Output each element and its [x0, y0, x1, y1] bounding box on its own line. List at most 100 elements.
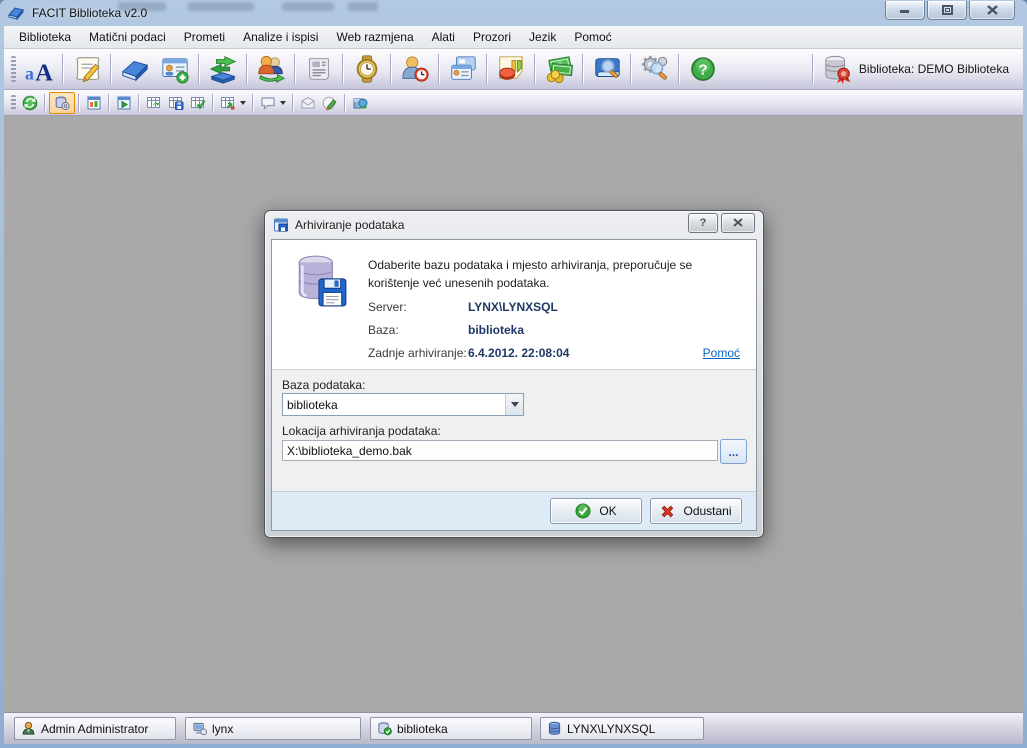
maximize-button[interactable] — [927, 1, 967, 20]
member-time-icon — [400, 54, 430, 84]
grid-refresh-button[interactable] — [143, 93, 165, 113]
toolbar-separator — [252, 94, 254, 112]
app-book-icon — [8, 5, 25, 21]
location-input[interactable] — [282, 440, 718, 461]
menu-biblioteka[interactable]: Biblioteka — [10, 27, 80, 47]
search-catalog-button[interactable] — [587, 51, 627, 87]
newspaper-button[interactable] — [299, 51, 339, 87]
watch-button[interactable] — [347, 51, 387, 87]
minimize-button[interactable] — [885, 1, 925, 20]
help-icon: ? — [689, 55, 717, 83]
dialog-close-button[interactable] — [721, 213, 755, 233]
toolbar-separator — [390, 54, 392, 84]
database-value: biblioteka — [468, 323, 524, 337]
toolbar-grip[interactable] — [11, 95, 16, 111]
layout-panel-button[interactable] — [83, 93, 105, 113]
ok-button[interactable]: OK — [550, 498, 642, 524]
menu-prozori[interactable]: Prozori — [464, 27, 520, 47]
status-database-panel: biblioteka — [370, 717, 532, 740]
status-bar: Admin Administrator lynx biblioteka LYNX… — [4, 712, 1023, 744]
toolbar-separator — [62, 54, 64, 84]
browse-button[interactable]: ... — [720, 439, 747, 464]
status-machine-label: lynx — [212, 722, 233, 736]
member-time-button[interactable] — [395, 51, 435, 87]
database-combobox-value: biblioteka — [283, 398, 505, 412]
edit-note-button[interactable] — [319, 93, 341, 113]
cancel-button[interactable]: Odustani — [650, 498, 742, 524]
run-window-button[interactable] — [113, 93, 135, 113]
lending-exchange-icon — [208, 54, 238, 84]
archive-dialog-icon — [273, 217, 289, 233]
status-server-label: LYNX\LYNXSQL — [567, 722, 655, 736]
menu-analize-i-ispisi[interactable]: Analize i ispisi — [234, 27, 327, 47]
menu-web-razmjena[interactable]: Web razmjena — [327, 27, 422, 47]
close-button[interactable] — [969, 1, 1015, 20]
search-book-icon — [592, 54, 622, 84]
archive-database-icon — [54, 95, 70, 111]
dialog-titlebar[interactable]: Arhiviranje podataka ? — [265, 211, 763, 238]
menu-prometi[interactable]: Prometi — [175, 27, 234, 47]
secondary-toolbar — [4, 90, 1023, 116]
grid-check-button[interactable] — [187, 93, 209, 113]
dialog-help-button[interactable]: ? — [688, 213, 718, 233]
toolbar-separator — [78, 94, 80, 112]
help-link[interactable]: Pomoć — [703, 346, 740, 360]
member-cards-icon — [448, 54, 478, 84]
menu-jezik[interactable]: Jezik — [520, 27, 565, 47]
member-cards-button[interactable] — [443, 51, 483, 87]
settings-search-button[interactable] — [635, 51, 675, 87]
grid-export-button[interactable] — [217, 93, 239, 113]
last-backup-info-row: Zadnje arhiviranje:6.4.2012. 22:08:04 — [368, 346, 569, 360]
add-member-button[interactable] — [155, 51, 195, 87]
grid-export-icon — [220, 95, 236, 111]
server-label: Server: — [368, 300, 468, 314]
menu-maticni-podaci[interactable]: Matični podaci — [80, 27, 175, 47]
database-combobox[interactable]: biblioteka — [282, 393, 524, 416]
inventory-scroll-button[interactable] — [67, 51, 107, 87]
lending-exchange-button[interactable] — [203, 51, 243, 87]
background-window-bleed — [118, 2, 166, 11]
dialog-content: Odaberite bazu podataka i mjesto arhivir… — [271, 239, 757, 531]
status-user-panel: Admin Administrator — [14, 717, 176, 740]
archive-dialog: Arhiviranje podataka ? Odaberite bazu po… — [264, 210, 764, 538]
members-exchange-button[interactable] — [251, 51, 291, 87]
dialog-form: Baza podataka: biblioteka Lokacija arhiv… — [272, 370, 756, 491]
grid-export-dropdown-caret[interactable] — [240, 101, 246, 105]
cancel-button-label: Odustani — [683, 504, 731, 518]
ok-button-label: OK — [599, 504, 616, 518]
grid-save-button[interactable] — [165, 93, 187, 113]
inventory-scroll-icon — [72, 54, 102, 84]
watch-icon — [352, 54, 382, 84]
book-button[interactable] — [115, 51, 155, 87]
comment-icon — [260, 95, 276, 111]
finance-button[interactable] — [539, 51, 579, 87]
svg-text:?: ? — [698, 62, 707, 78]
font-catalog-button[interactable]: aA — [19, 51, 59, 87]
grid-save-icon — [168, 95, 184, 111]
mail-button[interactable] — [297, 93, 319, 113]
add-member-card-icon — [160, 54, 190, 84]
comment-dropdown-caret[interactable] — [280, 101, 286, 105]
toolbar-separator — [534, 54, 536, 84]
combobox-dropdown-button[interactable] — [505, 394, 523, 415]
status-machine-panel: lynx — [185, 717, 361, 740]
statistics-button[interactable] — [491, 51, 531, 87]
comment-button[interactable] — [257, 93, 279, 113]
location-field-label: Lokacija arhiviranja podataka: — [282, 424, 441, 438]
archive-data-button[interactable] — [49, 92, 75, 114]
archive-database-floppy-icon — [292, 252, 350, 310]
grid-refresh-icon — [146, 95, 162, 111]
svg-text:a: a — [25, 63, 34, 83]
help-button[interactable]: ? — [683, 51, 723, 87]
toolbar-grip[interactable] — [11, 56, 16, 82]
svg-text:A: A — [35, 59, 53, 84]
toolbar-separator — [344, 94, 346, 112]
package-export-button[interactable] — [349, 93, 371, 113]
font-catalog-icon: aA — [24, 54, 54, 84]
window-titlebar[interactable]: FACIT Biblioteka v2.0 — [0, 0, 1027, 26]
members-exchange-icon — [256, 54, 286, 84]
refresh-button[interactable] — [19, 93, 41, 113]
background-window-bleed — [188, 2, 254, 11]
menu-alati[interactable]: Alati — [423, 27, 464, 47]
menu-pomoc[interactable]: Pomoć — [565, 27, 620, 47]
